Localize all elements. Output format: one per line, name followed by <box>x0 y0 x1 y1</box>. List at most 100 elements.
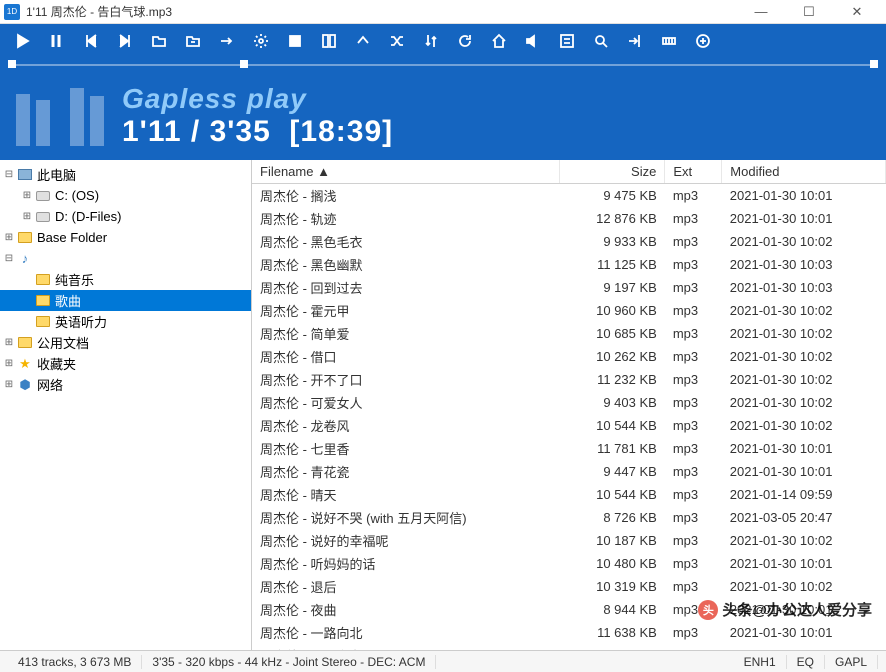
folder-tree[interactable]: ⊟此电脑 ⊞C: (OS) ⊞D: (D-Files) ⊞Base Folder… <box>0 160 252 650</box>
cell-ext: mp3 <box>665 184 722 208</box>
equalizer-button[interactable] <box>654 28 684 54</box>
status-file-info: 3'35 - 320 kbps - 44 kHz - Joint Stereo … <box>142 655 436 669</box>
cell-modified: 2021-01-30 10:02 <box>722 391 886 414</box>
cell-modified: 2021-01-30 10:02 <box>722 575 886 598</box>
table-row[interactable]: 周杰伦 - 晴天 10 544 KB mp3 2021-01-14 09:59 <box>252 483 886 506</box>
view-button[interactable] <box>314 28 344 54</box>
cell-size: 9 475 KB <box>559 184 665 208</box>
tree-node-english-listening[interactable]: 英语听力 <box>0 311 251 332</box>
tree-node-favorites[interactable]: ⊞★收藏夹 <box>0 353 251 374</box>
col-filename[interactable]: Filename ▲ <box>252 160 559 184</box>
cell-ext: mp3 <box>665 483 722 506</box>
cell-filename: 周杰伦 - 夜曲 <box>252 598 559 621</box>
tree-node-music[interactable]: ⊟♪ <box>0 248 251 269</box>
play-button[interactable] <box>8 28 38 54</box>
table-row[interactable]: 周杰伦 - 黑色幽默 11 125 KB mp3 2021-01-30 10:0… <box>252 253 886 276</box>
cell-size: 9 197 KB <box>559 276 665 299</box>
tree-node-network[interactable]: ⊞⬢网络 <box>0 374 251 395</box>
cell-modified: 2021-01-30 10:01 <box>722 644 886 650</box>
tree-node-public-docs[interactable]: ⊞公用文档 <box>0 332 251 353</box>
home-button[interactable] <box>484 28 514 54</box>
main-toolbar <box>0 24 886 58</box>
seek-end-marker <box>870 60 878 68</box>
file-list[interactable]: Filename ▲ Size Ext Modified 周杰伦 - 搁浅 9 … <box>252 160 886 650</box>
status-enh[interactable]: ENH1 <box>734 655 787 669</box>
cell-size: 10 262 KB <box>559 345 665 368</box>
settings-button[interactable] <box>246 28 276 54</box>
open-folder-button[interactable] <box>178 28 208 54</box>
next-button[interactable] <box>110 28 140 54</box>
refresh-button[interactable] <box>450 28 480 54</box>
cell-size: 9 447 KB <box>559 460 665 483</box>
minimize-button[interactable]: — <box>746 4 776 20</box>
cell-size: 10 544 KB <box>559 483 665 506</box>
table-row[interactable]: 周杰伦 - 借口 10 262 KB mp3 2021-01-30 10:02 <box>252 345 886 368</box>
shuffle-button[interactable] <box>382 28 412 54</box>
tree-node-drive-d[interactable]: ⊞D: (D-Files) <box>0 206 251 227</box>
table-row[interactable]: 周杰伦 - 黑色毛衣 9 933 KB mp3 2021-01-30 10:02 <box>252 230 886 253</box>
prev-button[interactable] <box>76 28 106 54</box>
col-modified[interactable]: Modified <box>722 160 886 184</box>
cell-size: 9 933 KB <box>559 230 665 253</box>
playlist-button[interactable] <box>552 28 582 54</box>
cell-size: 10 480 KB <box>559 552 665 575</box>
seek-bar[interactable] <box>0 58 886 72</box>
seek-position-marker[interactable] <box>240 60 248 68</box>
playback-display: Gapless play 1'11 / 3'35 [18:39] <box>0 72 886 160</box>
tree-node-songs-selected[interactable]: 歌曲 <box>0 290 251 311</box>
search-button[interactable] <box>586 28 616 54</box>
bookmark-button[interactable] <box>620 28 650 54</box>
add-button[interactable] <box>688 28 718 54</box>
maximize-button[interactable]: ☐ <box>794 4 824 20</box>
playback-time: 1'11 / 3'35 [18:39] <box>122 115 393 149</box>
cell-filename: 周杰伦 - 晴天 <box>252 483 559 506</box>
tree-node-pure-music[interactable]: 纯音乐 <box>0 269 251 290</box>
status-track-count: 413 tracks, 3 673 MB <box>8 655 142 669</box>
table-row[interactable]: 周杰伦 - 听妈妈的话 10 480 KB mp3 2021-01-30 10:… <box>252 552 886 575</box>
window-controls: — ☐ ✕ <box>746 4 882 20</box>
seek-start-marker <box>8 60 16 68</box>
playback-status: Gapless play <box>122 83 393 115</box>
status-gapless[interactable]: GAPL <box>825 655 878 669</box>
table-row[interactable]: 周杰伦 - 说好的幸福呢 10 187 KB mp3 2021-01-30 10… <box>252 529 886 552</box>
status-eq[interactable]: EQ <box>787 655 825 669</box>
table-row[interactable]: 周杰伦 - 七里香 11 781 KB mp3 2021-01-30 10:01 <box>252 437 886 460</box>
table-row[interactable]: 周杰伦 - 搁浅 9 475 KB mp3 2021-01-30 10:01 <box>252 184 886 208</box>
cell-filename: 周杰伦 - 搁浅 <box>252 184 559 208</box>
table-row[interactable]: 周杰伦 - 开不了口 11 232 KB mp3 2021-01-30 10:0… <box>252 368 886 391</box>
tree-node-drive-c[interactable]: ⊞C: (OS) <box>0 185 251 206</box>
table-row[interactable]: 周杰伦 - 轨迹 12 876 KB mp3 2021-01-30 10:01 <box>252 207 886 230</box>
stop-button[interactable] <box>280 28 310 54</box>
table-row[interactable]: 周杰伦 - 简单爱 10 685 KB mp3 2021-01-30 10:02 <box>252 322 886 345</box>
table-row[interactable]: 周杰伦 - 退后 10 319 KB mp3 2021-01-30 10:02 <box>252 575 886 598</box>
table-header[interactable]: Filename ▲ Size Ext Modified <box>252 160 886 184</box>
table-row[interactable]: 周杰伦 - 以父之名 13 501 KB mp3 2021-01-30 10:0… <box>252 644 886 650</box>
pause-button[interactable] <box>42 28 72 54</box>
table-row[interactable]: 周杰伦 - 说好不哭 (with 五月天阿信) 8 726 KB mp3 202… <box>252 506 886 529</box>
repeat-button[interactable] <box>212 28 242 54</box>
cell-filename: 周杰伦 - 黑色幽默 <box>252 253 559 276</box>
col-size[interactable]: Size <box>559 160 665 184</box>
cell-modified: 2021-01-30 10:02 <box>722 368 886 391</box>
cell-filename: 周杰伦 - 一路向北 <box>252 621 559 644</box>
open-file-button[interactable] <box>144 28 174 54</box>
table-row[interactable]: 周杰伦 - 一路向北 11 638 KB mp3 2021-01-30 10:0… <box>252 621 886 644</box>
tree-node-base-folder[interactable]: ⊞Base Folder <box>0 227 251 248</box>
col-ext[interactable]: Ext <box>665 160 722 184</box>
table-row[interactable]: 周杰伦 - 霍元甲 10 960 KB mp3 2021-01-30 10:02 <box>252 299 886 322</box>
tree-node-computer[interactable]: ⊟此电脑 <box>0 164 251 185</box>
table-row[interactable]: 周杰伦 - 回到过去 9 197 KB mp3 2021-01-30 10:03 <box>252 276 886 299</box>
up-button[interactable] <box>348 28 378 54</box>
cell-modified: 2021-01-30 10:02 <box>722 230 886 253</box>
table-row[interactable]: 周杰伦 - 青花瓷 9 447 KB mp3 2021-01-30 10:01 <box>252 460 886 483</box>
table-row[interactable]: 周杰伦 - 可爱女人 9 403 KB mp3 2021-01-30 10:02 <box>252 391 886 414</box>
cell-modified: 2021-01-30 10:01 <box>722 621 886 644</box>
cell-modified: 2021-03-05 20:47 <box>722 506 886 529</box>
close-button[interactable]: ✕ <box>842 4 872 20</box>
cell-filename: 周杰伦 - 借口 <box>252 345 559 368</box>
volume-button[interactable] <box>518 28 548 54</box>
cell-modified: 2021-01-30 10:02 <box>722 345 886 368</box>
table-row[interactable]: 周杰伦 - 龙卷风 10 544 KB mp3 2021-01-30 10:02 <box>252 414 886 437</box>
sort-button[interactable] <box>416 28 446 54</box>
cell-filename: 周杰伦 - 简单爱 <box>252 322 559 345</box>
